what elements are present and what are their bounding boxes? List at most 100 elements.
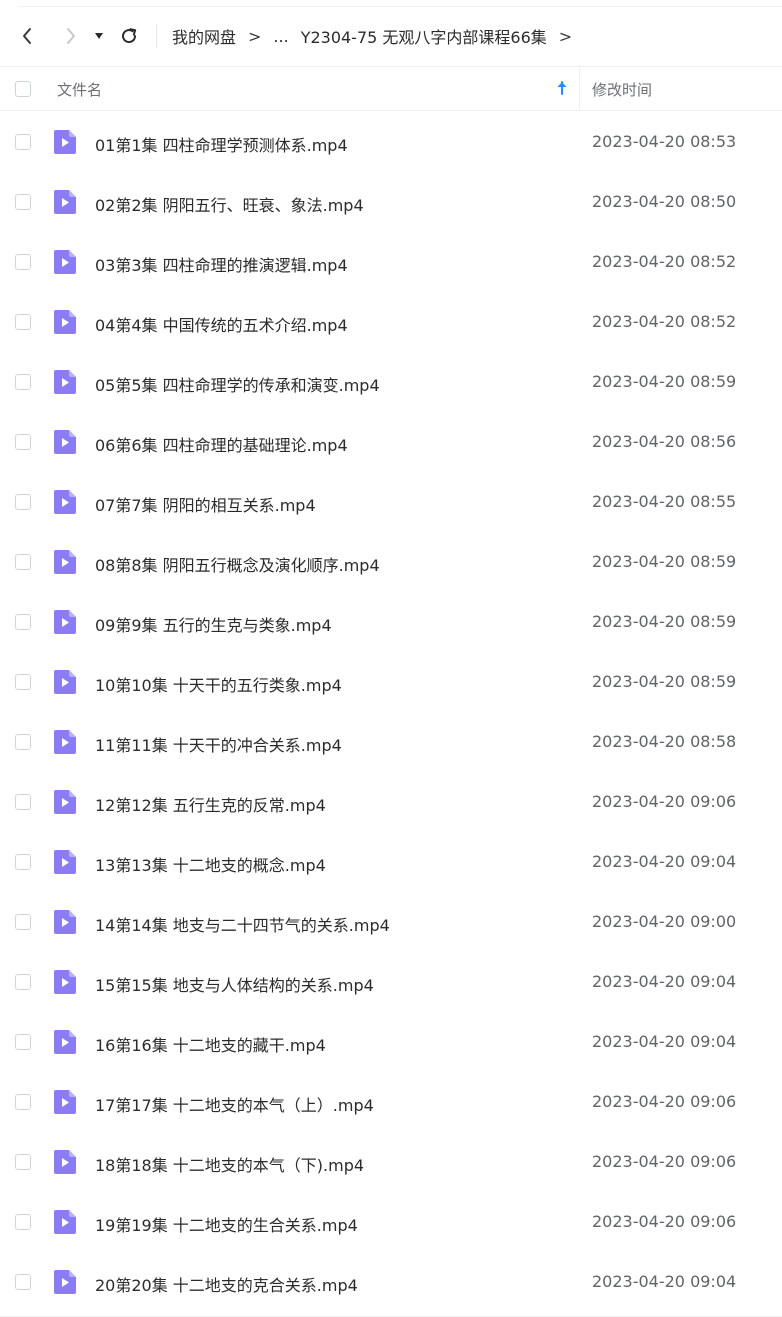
video-file-icon: [54, 1090, 76, 1114]
row-checkbox[interactable]: [15, 1034, 31, 1050]
file-row[interactable]: 12第12集 五行生克的反常.mp4 2023-04-20 09:06: [0, 772, 782, 832]
video-file-icon: [54, 730, 76, 754]
row-checkbox[interactable]: [15, 1154, 31, 1170]
video-file-icon: [54, 970, 76, 994]
row-checkbox[interactable]: [15, 974, 31, 990]
video-file-icon: [54, 910, 76, 934]
file-name[interactable]: 19第19集 十二地支的生合关系.mp4: [95, 1212, 358, 1236]
file-name[interactable]: 08第8集 阴阳五行概念及演化顺序.mp4: [95, 552, 380, 576]
history-dropdown-button[interactable]: [92, 7, 106, 65]
file-name[interactable]: 14第14集 地支与二十四节气的关系.mp4: [95, 912, 390, 936]
file-name[interactable]: 04第4集 中国传统的五术介绍.mp4: [95, 312, 348, 336]
file-row[interactable]: 20第20集 十二地支的克合关系.mp4 2023-04-20 09:04: [0, 1252, 782, 1312]
row-checkbox[interactable]: [15, 554, 31, 570]
row-checkbox[interactable]: [15, 1094, 31, 1110]
file-name[interactable]: 09第9集 五行的生克与类象.mp4: [95, 612, 332, 636]
file-row[interactable]: 11第11集 十天干的冲合关系.mp4 2023-04-20 08:58: [0, 712, 782, 772]
chevron-left-icon: [23, 28, 31, 44]
forward-button[interactable]: [58, 7, 84, 65]
file-row[interactable]: 05第5集 四柱命理学的传承和演变.mp4 2023-04-20 08:59: [0, 352, 782, 412]
row-checkbox[interactable]: [15, 854, 31, 870]
file-row[interactable]: 07第7集 阴阳的相互关系.mp4 2023-04-20 08:55: [0, 472, 782, 532]
file-row[interactable]: 03第3集 四柱命理的推演逻辑.mp4 2023-04-20 08:52: [0, 232, 782, 292]
file-row[interactable]: 09第9集 五行的生克与类象.mp4 2023-04-20 08:59: [0, 592, 782, 652]
row-checkbox[interactable]: [15, 914, 31, 930]
select-all-checkbox[interactable]: [15, 81, 31, 97]
row-checkbox[interactable]: [15, 194, 31, 210]
file-name[interactable]: 12第12集 五行生克的反常.mp4: [95, 792, 326, 816]
arrow-up-icon[interactable]: [556, 80, 568, 96]
column-header-modified-time[interactable]: 修改时间: [592, 79, 652, 100]
file-name[interactable]: 03第3集 四柱命理的推演逻辑.mp4: [95, 252, 348, 276]
row-checkbox[interactable]: [15, 674, 31, 690]
file-name[interactable]: 02第2集 阴阳五行、旺衰、象法.mp4: [95, 192, 364, 216]
video-file-icon: [54, 250, 76, 274]
row-checkbox[interactable]: [15, 494, 31, 510]
file-row[interactable]: 16第16集 十二地支的藏干.mp4 2023-04-20 09:04: [0, 1012, 782, 1072]
file-list-header: 文件名 修改时间: [0, 66, 782, 111]
file-modified-time: 2023-04-20 09:04: [592, 852, 737, 871]
file-name[interactable]: 18第18集 十二地支的本气（下).mp4: [95, 1152, 364, 1176]
breadcrumb-ellipsis[interactable]: ...: [273, 27, 288, 46]
file-row[interactable]: 08第8集 阴阳五行概念及演化顺序.mp4 2023-04-20 08:59: [0, 532, 782, 592]
row-checkbox[interactable]: [15, 314, 31, 330]
video-file-icon: [54, 790, 76, 814]
file-name[interactable]: 20第20集 十二地支的克合关系.mp4: [95, 1272, 358, 1296]
file-name[interactable]: 13第13集 十二地支的概念.mp4: [95, 852, 326, 876]
file-row[interactable]: 17第17集 十二地支的本气（上）.mp4 2023-04-20 09:06: [0, 1072, 782, 1132]
row-checkbox[interactable]: [15, 734, 31, 750]
breadcrumb-current[interactable]: Y2304-75 无观八字内部课程66集: [301, 24, 547, 48]
file-row[interactable]: 18第18集 十二地支的本气（下).mp4 2023-04-20 09:06: [0, 1132, 782, 1192]
navigation-bar: 我的网盘 > ... Y2304-75 无观八字内部课程66集 >: [0, 7, 782, 65]
file-row[interactable]: 01第1集 四柱命理学预测体系.mp4 2023-04-20 08:53: [0, 112, 782, 172]
row-checkbox[interactable]: [15, 1274, 31, 1290]
refresh-button[interactable]: [118, 7, 140, 65]
file-modified-time: 2023-04-20 09:06: [592, 792, 737, 811]
row-checkbox[interactable]: [15, 254, 31, 270]
row-checkbox[interactable]: [15, 134, 31, 150]
breadcrumb-root[interactable]: 我的网盘: [172, 24, 236, 48]
file-modified-time: 2023-04-20 08:59: [592, 672, 737, 691]
video-file-icon: [54, 1210, 76, 1234]
file-row[interactable]: 15第15集 地支与人体结构的关系.mp4 2023-04-20 09:04: [0, 952, 782, 1012]
file-modified-time: 2023-04-20 08:59: [592, 552, 737, 571]
file-modified-time: 2023-04-20 08:59: [592, 372, 737, 391]
file-row[interactable]: 06第6集 四柱命理的基础理论.mp4 2023-04-20 08:56: [0, 412, 782, 472]
row-checkbox[interactable]: [15, 614, 31, 630]
video-file-icon: [54, 550, 76, 574]
row-checkbox[interactable]: [15, 1214, 31, 1230]
file-row[interactable]: 02第2集 阴阳五行、旺衰、象法.mp4 2023-04-20 08:50: [0, 172, 782, 232]
row-checkbox[interactable]: [15, 434, 31, 450]
file-modified-time: 2023-04-20 08:58: [592, 732, 737, 751]
file-name[interactable]: 17第17集 十二地支的本气（上）.mp4: [95, 1092, 374, 1116]
back-button[interactable]: [14, 7, 40, 65]
video-file-icon: [54, 1030, 76, 1054]
file-name[interactable]: 01第1集 四柱命理学预测体系.mp4: [95, 132, 348, 156]
file-name[interactable]: 07第7集 阴阳的相互关系.mp4: [95, 492, 316, 516]
file-modified-time: 2023-04-20 09:04: [592, 972, 737, 991]
file-row[interactable]: 14第14集 地支与二十四节气的关系.mp4 2023-04-20 09:00: [0, 892, 782, 952]
file-name[interactable]: 05第5集 四柱命理学的传承和演变.mp4: [95, 372, 380, 396]
file-modified-time: 2023-04-20 09:06: [592, 1092, 737, 1111]
file-name[interactable]: 10第10集 十天干的五行类象.mp4: [95, 672, 342, 696]
breadcrumb: 我的网盘 > ... Y2304-75 无观八字内部课程66集 >: [172, 24, 584, 48]
file-modified-time: 2023-04-20 09:04: [592, 1032, 737, 1051]
file-name[interactable]: 15第15集 地支与人体结构的关系.mp4: [95, 972, 374, 996]
file-name[interactable]: 16第16集 十二地支的藏干.mp4: [95, 1032, 326, 1056]
file-modified-time: 2023-04-20 08:53: [592, 132, 737, 151]
file-row[interactable]: 04第4集 中国传统的五术介绍.mp4 2023-04-20 08:52: [0, 292, 782, 352]
file-row[interactable]: 13第13集 十二地支的概念.mp4 2023-04-20 09:04: [0, 832, 782, 892]
file-row[interactable]: 10第10集 十天干的五行类象.mp4 2023-04-20 08:59: [0, 652, 782, 712]
column-divider[interactable]: [579, 67, 580, 111]
file-modified-time: 2023-04-20 08:52: [592, 252, 737, 271]
file-modified-time: 2023-04-20 08:55: [592, 492, 737, 511]
caret-down-icon: [95, 33, 103, 39]
video-file-icon: [54, 130, 76, 154]
file-row[interactable]: 19第19集 十二地支的生合关系.mp4 2023-04-20 09:06: [0, 1192, 782, 1252]
file-name[interactable]: 06第6集 四柱命理的基础理论.mp4: [95, 432, 348, 456]
row-checkbox[interactable]: [15, 374, 31, 390]
row-checkbox[interactable]: [15, 794, 31, 810]
column-header-name[interactable]: 文件名: [57, 79, 102, 100]
video-file-icon: [54, 1270, 76, 1294]
file-name[interactable]: 11第11集 十天干的冲合关系.mp4: [95, 732, 342, 756]
